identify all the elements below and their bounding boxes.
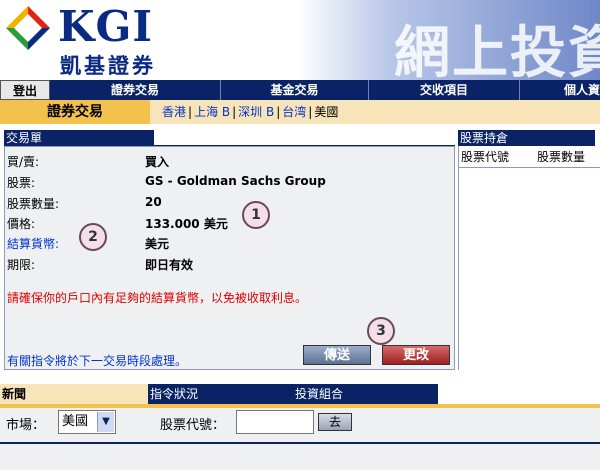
order-panel-title: 交易單 bbox=[4, 130, 154, 146]
bottom-divider bbox=[0, 442, 600, 444]
market-select[interactable]: 美國 ▼ bbox=[58, 410, 116, 434]
sub-nav: 證券交易 香港 | 上海 B | 深圳 B | 台湾 | 美國 bbox=[0, 100, 600, 124]
settlement-warning: 請確保你的戶口內有足夠的結算貨幣，以免被收取利息。 bbox=[7, 291, 308, 305]
stock-code-label: 股票代號： bbox=[160, 418, 226, 433]
holdings-header-row: 股票代號 股票數量 bbox=[459, 148, 600, 168]
market-link-hk[interactable]: 香港 bbox=[162, 105, 186, 119]
validity-label: 期限: bbox=[7, 258, 36, 272]
market-link-shanghai-b[interactable]: 上海 B bbox=[194, 105, 230, 119]
send-button[interactable]: 傳送 bbox=[303, 345, 371, 365]
market-link-shenzhen-b[interactable]: 深圳 B bbox=[238, 105, 274, 119]
holdings-panel: 股票代號 股票數量 bbox=[458, 146, 600, 370]
settlement-currency-value: 美元 bbox=[145, 237, 170, 251]
bottom-tabs: 新聞 指令狀況 投資組合 bbox=[0, 384, 438, 404]
logo-subtext: 凱基證券 bbox=[60, 54, 156, 78]
stock-label: 股票: bbox=[7, 176, 36, 190]
go-button[interactable]: 去 bbox=[318, 413, 352, 431]
nav-item-personal[interactable]: 個人資 bbox=[520, 80, 600, 100]
banner: 網上投資 bbox=[298, 0, 600, 80]
holdings-col-code: 股票代號 bbox=[461, 150, 510, 164]
market-link-taiwan[interactable]: 台湾 bbox=[282, 105, 306, 119]
market-link-us[interactable]: 美國 bbox=[314, 105, 338, 119]
nav-item-settlement[interactable]: 交收項目 bbox=[369, 80, 520, 100]
callout-3: 3 bbox=[367, 317, 395, 345]
quantity-value: 20 bbox=[145, 195, 162, 209]
validity-value: 即日有效 bbox=[145, 258, 194, 272]
tab-portfolio[interactable]: 投資組合 bbox=[293, 384, 438, 404]
kgi-logo-icon bbox=[6, 6, 50, 50]
next-session-note: 有關指令將於下一交易時段處理。 bbox=[7, 354, 188, 368]
main-nav: 登出 證券交易 基金交易 交收項目 個人資 bbox=[0, 80, 600, 100]
quantity-label: 股票數量: bbox=[7, 197, 60, 211]
logout-button[interactable]: 登出 bbox=[0, 80, 50, 100]
price-label: 價格: bbox=[7, 217, 36, 231]
banner-text: 網上投資 bbox=[394, 21, 600, 80]
side-label: 買/賣: bbox=[7, 155, 40, 169]
subnav-active-tab[interactable]: 證券交易 bbox=[0, 100, 150, 124]
nav-item-securities[interactable]: 證券交易 bbox=[50, 80, 221, 100]
order-panel: 買/賣: 買入 股票: GS - Goldman Sachs Group 股票數… bbox=[4, 146, 455, 370]
holdings-col-qty: 股票數量 bbox=[537, 150, 586, 164]
callout-1: 1 bbox=[242, 201, 270, 229]
tab-order-status[interactable]: 指令狀況 bbox=[148, 384, 293, 404]
market-label: 市場： bbox=[6, 418, 46, 433]
price-value: 133.000 美元 bbox=[145, 217, 228, 231]
nav-item-funds[interactable]: 基金交易 bbox=[221, 80, 369, 100]
callout-2: 2 bbox=[79, 223, 107, 251]
logo-text: KGI bbox=[58, 2, 154, 51]
market-select-value: 美國 bbox=[62, 414, 89, 429]
side-value: 買入 bbox=[145, 155, 170, 169]
stock-code-input[interactable] bbox=[236, 410, 314, 434]
tab-news[interactable]: 新聞 bbox=[0, 384, 148, 404]
change-button[interactable]: 更改 bbox=[382, 345, 450, 365]
stock-value: GS - Goldman Sachs Group bbox=[145, 174, 326, 188]
holdings-title: 股票持倉 bbox=[458, 130, 595, 146]
market-links: 香港 | 上海 B | 深圳 B | 台湾 | 美國 bbox=[162, 105, 339, 119]
news-search-bar: 市場： 美國 ▼ 股票代號： 去 bbox=[0, 408, 600, 470]
header: KGI 凱基證券 網上投資 bbox=[0, 0, 600, 80]
settlement-currency-label[interactable]: 結算貨幣: bbox=[7, 235, 59, 252]
chevron-down-icon[interactable]: ▼ bbox=[97, 412, 114, 432]
